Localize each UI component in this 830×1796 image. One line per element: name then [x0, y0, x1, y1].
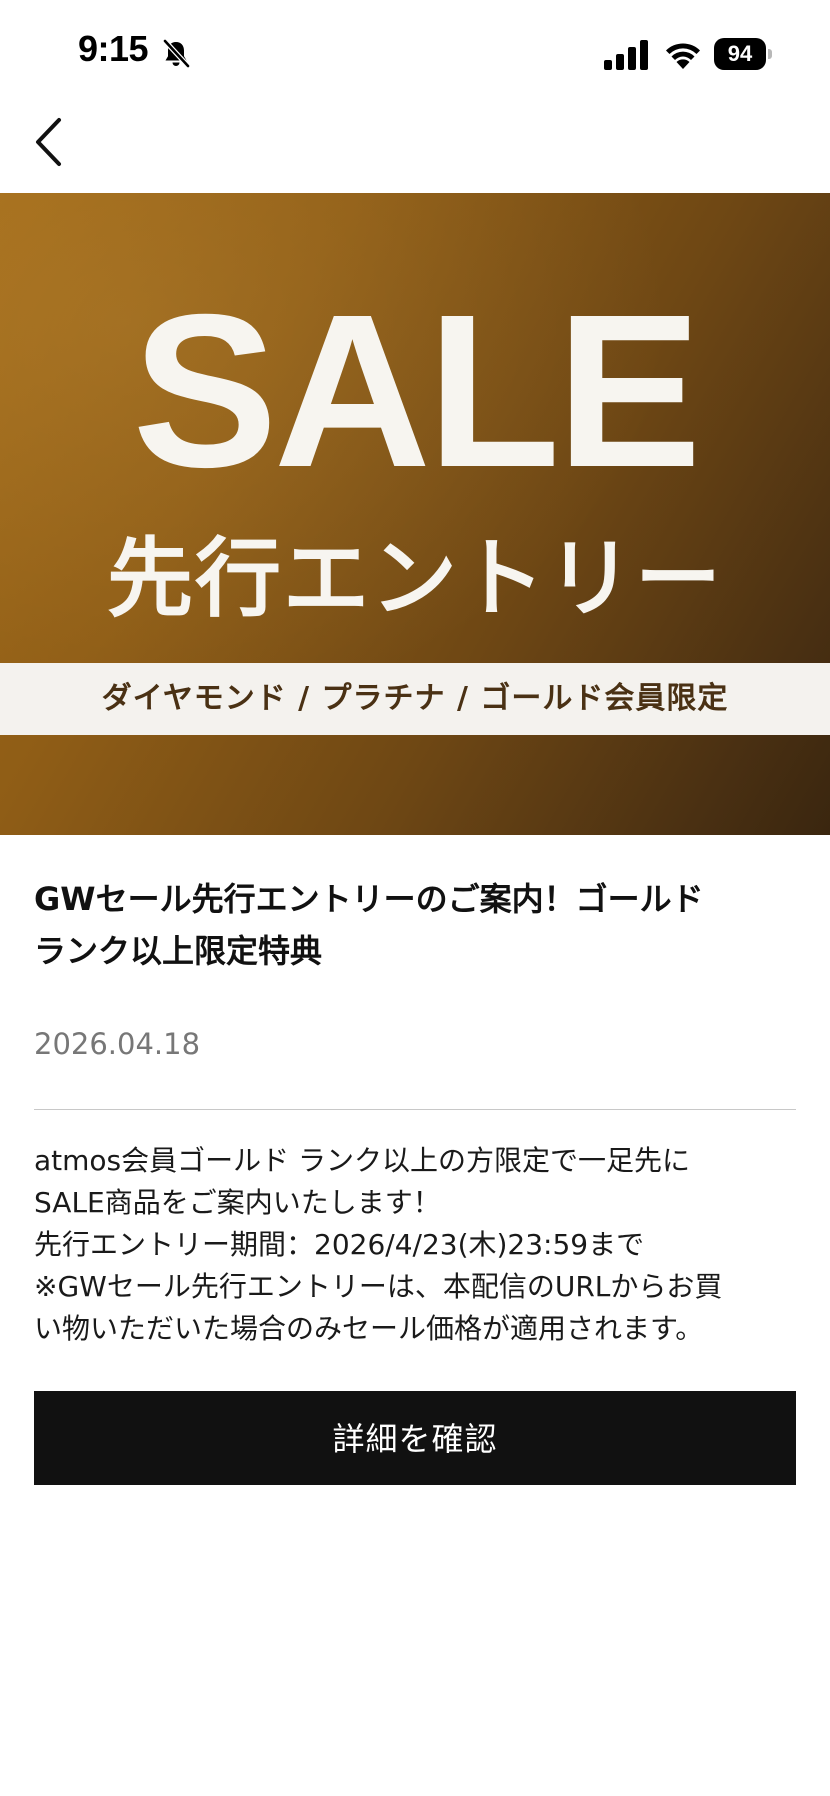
- article-title-line: GWセール先行エントリーのご案内！ゴールド: [34, 880, 704, 918]
- banner-headline: SALE: [132, 270, 701, 513]
- banner-subtitle: 先行エントリー: [107, 529, 723, 629]
- battery-cap: [768, 49, 772, 59]
- banner-strip: ダイヤモンド / プラチナ / ゴールド会員限定: [0, 663, 830, 735]
- view-details-button[interactable]: 詳細を確認: [34, 1391, 796, 1485]
- article-body-line: い物いただいた場合のみセール価格が適用されます。: [34, 1312, 704, 1345]
- article-body: atmos会員ゴールド ランク以上の方限定で一足先に SALE商品をご案内いたし…: [34, 1140, 804, 1350]
- article-body-line: atmos会員ゴールド ランク以上の方限定で一足先に: [34, 1144, 691, 1177]
- banner-strip-text: ダイヤモンド / プラチナ / ゴールド会員限定: [101, 681, 729, 716]
- battery-indicator: 94: [714, 38, 772, 72]
- status-bar: 9:15 94: [0, 0, 830, 110]
- bell-muted-icon: [163, 39, 190, 68]
- wifi-icon: [666, 43, 700, 69]
- article-title: GWセール先行エントリーのご案内！ゴールド ランク以上限定特典: [34, 873, 804, 977]
- sale-banner: SALE 先行エントリー ダイヤモンド / プラチナ / ゴールド会員限定: [0, 193, 830, 835]
- article-body-line: ※GWセール先行エントリーは、本配信のURLからお買: [34, 1270, 723, 1303]
- article-body-line: 先行エントリー期間：2026/4/23(木)23:59まで: [34, 1228, 645, 1261]
- status-time: 9:15: [78, 28, 149, 69]
- article-body-line: SALE商品をご案内いたします！: [34, 1186, 441, 1219]
- article-date: 2026.04.18: [34, 1027, 201, 1061]
- signal-icon: [604, 40, 648, 70]
- chevron-left-icon: [36, 118, 61, 166]
- divider: [34, 1109, 796, 1110]
- back-button[interactable]: [24, 104, 80, 176]
- article-title-line: ランク以上限定特典: [34, 932, 323, 970]
- battery-level: 94: [714, 38, 766, 70]
